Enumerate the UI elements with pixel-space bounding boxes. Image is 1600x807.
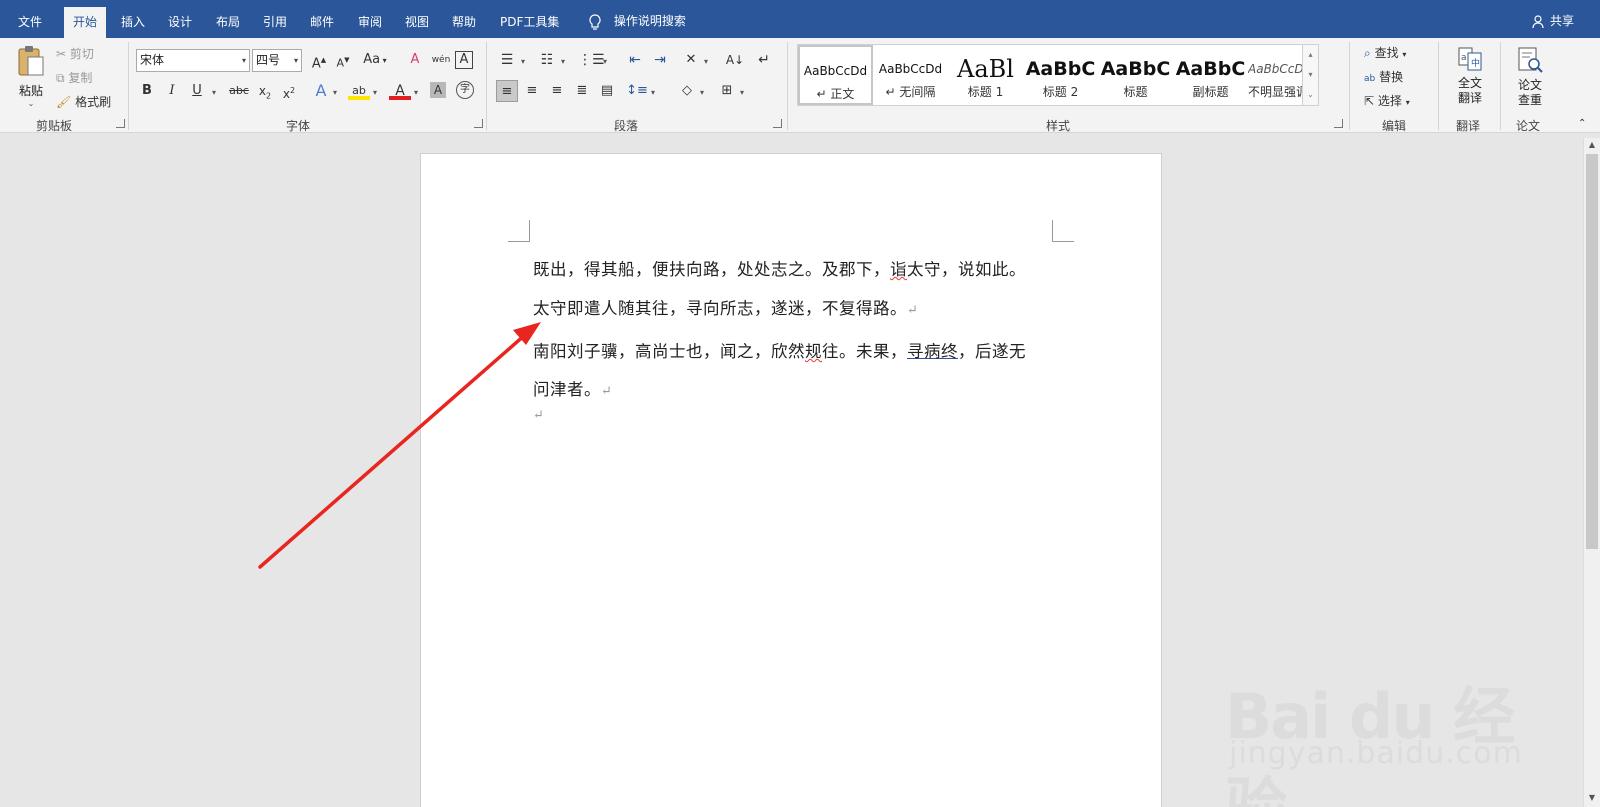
baidu-watermark: Bai du 经验 jingyan.baidu.com: [1225, 636, 1525, 807]
scroll-up-icon[interactable]: ▲: [1584, 138, 1600, 152]
scroll-thumb[interactable]: [1586, 154, 1598, 549]
scroll-down-icon[interactable]: ▼: [1584, 791, 1600, 805]
watermark-url: jingyan.baidu.com: [1229, 736, 1523, 771]
vertical-scrollbar[interactable]: ▲ ▼: [1583, 138, 1600, 807]
